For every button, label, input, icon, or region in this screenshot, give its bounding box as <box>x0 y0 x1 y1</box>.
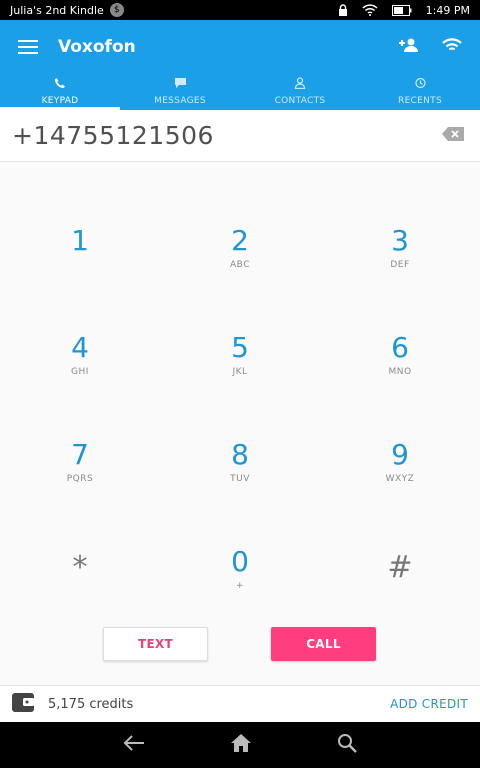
key-0[interactable]: 0 + <box>160 509 320 616</box>
text-button[interactable]: TEXT <box>103 627 208 661</box>
key-letters: PQRS <box>66 474 94 484</box>
key-digit: 0 <box>231 545 249 578</box>
nav-bar <box>0 722 480 768</box>
call-button[interactable]: CALL <box>271 627 376 661</box>
clock-time: 1:49 PM <box>425 3 470 17</box>
key-letters: GHI <box>71 367 89 377</box>
app-bar-actions <box>398 37 462 57</box>
key-4[interactable]: 4 GHI <box>0 295 160 402</box>
back-arrow-icon[interactable] <box>123 735 145 755</box>
key-8[interactable]: 8 TUV <box>160 402 320 509</box>
key-digit: * <box>72 550 88 585</box>
key-1[interactable]: 1 <box>0 188 160 295</box>
key-digit: 2 <box>231 224 249 257</box>
device-name: Julia's 2nd Kindle <box>10 3 104 17</box>
key-7[interactable]: 7 PQRS <box>0 402 160 509</box>
home-icon[interactable] <box>230 733 252 757</box>
battery-icon <box>391 4 412 16</box>
key-9[interactable]: 9 WXYZ <box>320 402 480 509</box>
key-letters: + <box>235 581 245 591</box>
dialed-number: +14755121506 <box>12 121 214 150</box>
key-digit: 3 <box>391 224 409 257</box>
wallet-icon <box>12 692 34 716</box>
tab-recents[interactable]: RECENTS <box>360 74 480 110</box>
key-letters: JKL <box>232 367 248 377</box>
wifi-status-icon <box>362 4 378 16</box>
key-digit: 8 <box>231 438 249 471</box>
search-icon[interactable] <box>337 733 358 757</box>
key-6[interactable]: 6 MNO <box>320 295 480 402</box>
app-bar: Voxofon <box>0 20 480 74</box>
key-digit: 7 <box>71 438 89 471</box>
backspace-icon[interactable] <box>442 126 464 145</box>
key-digit: # <box>387 550 413 585</box>
key-2[interactable]: 2 ABC <box>160 188 320 295</box>
key-digit: 9 <box>391 438 409 471</box>
tab-recents-label: RECENTS <box>398 96 442 106</box>
app-title: Voxofon <box>58 37 136 57</box>
message-icon <box>174 77 187 92</box>
key-5[interactable]: 5 JKL <box>160 295 320 402</box>
menu-icon[interactable] <box>18 40 38 54</box>
tab-messages[interactable]: MESSAGES <box>120 74 240 110</box>
device-info: Julia's 2nd Kindle $ <box>10 3 124 17</box>
tab-keypad-label: KEYPAD <box>41 96 79 106</box>
tab-contacts[interactable]: CONTACTS <box>240 74 360 110</box>
credits-bar: 5,175 credits ADD CREDIT <box>0 685 480 722</box>
dollar-badge-icon: $ <box>109 3 124 17</box>
key-3[interactable]: 3 DEF <box>320 188 480 295</box>
status-icons: 1:49 PM <box>338 4 470 17</box>
key-digit: 4 <box>71 331 89 364</box>
key-digit: 6 <box>391 331 409 364</box>
key-hash[interactable]: # <box>320 509 480 616</box>
tab-messages-label: MESSAGES <box>154 96 206 106</box>
tab-contacts-label: CONTACTS <box>274 96 326 106</box>
key-digit: 1 <box>71 224 89 257</box>
key-letters: DEF <box>390 260 410 270</box>
key-letters: ABC <box>230 260 250 270</box>
key-digit: 5 <box>231 331 249 364</box>
key-letters: MNO <box>388 367 412 377</box>
wifi-icon[interactable] <box>442 37 462 57</box>
tab-keypad[interactable]: KEYPAD <box>0 74 120 110</box>
number-display: +14755121506 <box>0 110 480 162</box>
key-letters: TUV <box>230 474 250 484</box>
status-bar: Julia's 2nd Kindle $ 1:49 PM <box>0 0 480 20</box>
tab-bar: KEYPAD MESSAGES CONTACTS RECENTS <box>0 74 480 110</box>
add-contact-icon[interactable] <box>398 37 420 57</box>
add-credit-button[interactable]: ADD CREDIT <box>390 697 468 711</box>
keypad: 1 2 ABC 3 DEF 4 GHI 5 JKL 6 MNO 7 PQRS 8… <box>0 188 480 616</box>
person-icon <box>294 77 306 92</box>
key-letters: WXYZ <box>385 474 415 484</box>
credits-amount: 5,175 credits <box>48 696 134 712</box>
phone-icon <box>54 77 66 92</box>
key-star[interactable]: * <box>0 509 160 616</box>
lock-icon <box>338 4 348 16</box>
history-icon <box>414 77 426 92</box>
